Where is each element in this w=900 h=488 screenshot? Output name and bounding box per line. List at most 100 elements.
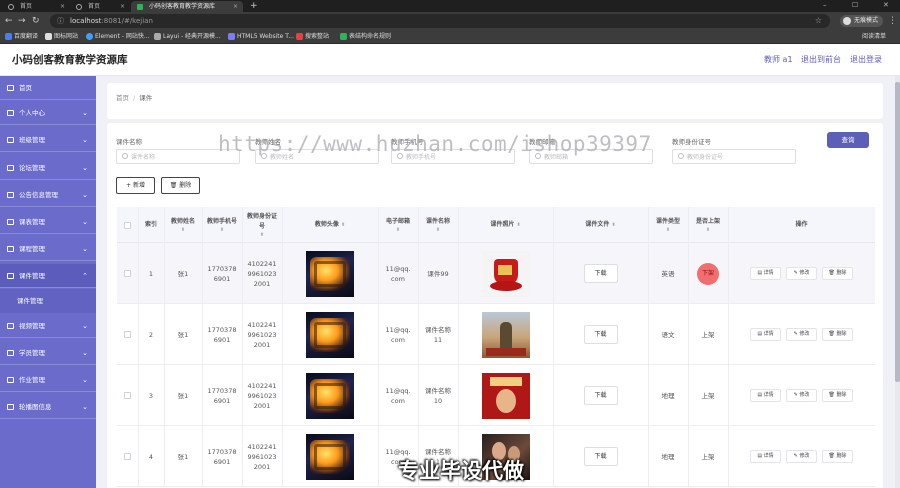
edit-button[interactable]: ✎ 修改 bbox=[786, 450, 817, 463]
course-photo-image[interactable] bbox=[481, 311, 530, 358]
back-to-front-link[interactable]: 退出到前台 bbox=[801, 44, 841, 76]
column-header[interactable]: 教师头像 ⬍ bbox=[282, 207, 378, 243]
bookmark-item[interactable]: HTML5 Website T... bbox=[228, 30, 294, 43]
logout-link[interactable]: 退出登录 bbox=[850, 44, 882, 76]
sort-icon[interactable]: ⬍ bbox=[341, 222, 345, 228]
guest-mode-badge[interactable]: 无痕模式 bbox=[840, 15, 884, 27]
teacher-idcard-field[interactable] bbox=[687, 152, 787, 162]
submenu-courseware[interactable]: 课件管理 bbox=[0, 289, 96, 313]
course-photo-image[interactable] bbox=[481, 372, 530, 419]
bookmark-item[interactable]: 表结构命名规则 bbox=[340, 30, 391, 43]
row-delete-button[interactable]: 🗑 删除 bbox=[822, 267, 853, 280]
sidebar-item-forum[interactable]: 论坛管理 ⌄ bbox=[0, 156, 96, 180]
column-header[interactable]: 课件类型 ⬍ bbox=[648, 207, 688, 243]
column-header[interactable]: 教师姓名 ⬍ bbox=[164, 207, 202, 243]
bookmark-item[interactable]: 百度翻译 bbox=[5, 30, 38, 43]
sort-icon[interactable]: ⬍ bbox=[436, 227, 440, 233]
more-menu-icon[interactable]: ⋮ bbox=[888, 14, 897, 28]
column-header[interactable]: 课件照片 ⬍ bbox=[458, 207, 553, 243]
sort-icon[interactable]: ⬍ bbox=[260, 232, 264, 238]
close-window-icon[interactable]: ✕ bbox=[883, 0, 889, 10]
row-delete-button[interactable]: 🗑 删除 bbox=[822, 450, 853, 463]
edit-button[interactable]: ✎ 修改 bbox=[786, 267, 817, 280]
download-button[interactable]: 下载 bbox=[583, 447, 618, 466]
scrollbar-thumb[interactable] bbox=[895, 82, 900, 382]
sort-icon[interactable]: ⬍ bbox=[516, 222, 520, 228]
download-button[interactable]: 下载 bbox=[583, 264, 618, 283]
sort-icon[interactable]: ⬍ bbox=[611, 222, 615, 228]
column-header[interactable]: 教师身份证号 ⬍ bbox=[242, 207, 282, 243]
column-header[interactable]: 索引 bbox=[138, 207, 164, 243]
back-icon[interactable]: ← bbox=[5, 14, 13, 28]
course-name-field[interactable] bbox=[131, 152, 231, 162]
bookmark-item[interactable]: 图标网站 bbox=[45, 30, 78, 43]
download-button[interactable]: 下载 bbox=[583, 325, 618, 344]
download-button[interactable]: 下载 bbox=[583, 386, 618, 405]
teacher-avatar-image[interactable] bbox=[306, 372, 354, 419]
sidebar-item-schedule[interactable]: 课表管理 ⌄ bbox=[0, 210, 96, 234]
column-header[interactable]: 课件名称 ⬍ bbox=[418, 207, 458, 243]
teacher-avatar-image[interactable] bbox=[306, 311, 354, 358]
page-scrollbar[interactable] bbox=[895, 76, 900, 488]
column-header[interactable]: 教师手机号 ⬍ bbox=[202, 207, 242, 243]
sidebar-item-homework[interactable]: 作业管理 ⌄ bbox=[0, 368, 96, 392]
bookmark-item[interactable]: Layui - 经典开源模... bbox=[154, 30, 221, 43]
browser-tab[interactable]: 首页 × bbox=[70, 1, 130, 12]
teacher-avatar-image[interactable] bbox=[306, 250, 354, 297]
add-button[interactable]: + 新增 bbox=[116, 177, 155, 194]
minimize-icon[interactable]: – bbox=[823, 0, 827, 10]
detail-button[interactable]: ▤ 详情 bbox=[750, 389, 781, 402]
bookmark-item[interactable]: 搜索整站 bbox=[296, 30, 329, 43]
table-row[interactable]: 1 张1 17703786901 410224199610232001 11@q… bbox=[117, 243, 875, 304]
detail-button[interactable]: ▤ 详情 bbox=[750, 267, 781, 280]
browser-tab-active[interactable]: 小码创客教育教学资源库 × bbox=[131, 1, 243, 12]
user-name[interactable]: 教师 a1 bbox=[764, 44, 793, 76]
edit-button[interactable]: ✎ 修改 bbox=[786, 389, 817, 402]
sidebar-item-courseware[interactable]: 课件管理 ⌃ bbox=[0, 264, 96, 288]
row-checkbox[interactable] bbox=[124, 331, 131, 338]
close-tab-icon[interactable]: × bbox=[120, 1, 125, 12]
info-icon[interactable]: ⓘ bbox=[57, 17, 64, 25]
sort-icon[interactable]: ⬍ bbox=[706, 227, 710, 233]
sidebar-item-notice[interactable]: 公告信息管理 ⌄ bbox=[0, 183, 96, 207]
sidebar-item-profile[interactable]: 个人中心 ⌄ bbox=[0, 101, 96, 125]
table-row[interactable]: 3 张1 17703786901 410224199610232001 11@q… bbox=[117, 365, 875, 426]
row-checkbox[interactable] bbox=[124, 392, 131, 399]
maximize-icon[interactable]: ☐ bbox=[852, 0, 858, 10]
sidebar-item-carousel[interactable]: 轮播图信息 ⌄ bbox=[0, 395, 96, 419]
query-button[interactable]: 查询 bbox=[827, 132, 869, 148]
bookmark-item[interactable]: Element - 网站快... bbox=[86, 30, 150, 43]
delete-button[interactable]: 🗑 删除 bbox=[161, 177, 200, 194]
teacher-idcard-input[interactable] bbox=[672, 149, 796, 164]
teacher-avatar-image[interactable] bbox=[306, 433, 354, 480]
column-header[interactable]: 课件文件 ⬍ bbox=[553, 207, 648, 243]
edit-button[interactable]: ✎ 修改 bbox=[786, 328, 817, 341]
detail-button[interactable]: ▤ 详情 bbox=[750, 328, 781, 341]
new-tab-button[interactable]: + bbox=[250, 0, 258, 12]
sidebar-item-class[interactable]: 班级管理 ⌄ bbox=[0, 128, 96, 152]
sidebar-item-student[interactable]: 学员管理 ⌄ bbox=[0, 341, 96, 365]
row-delete-button[interactable]: 🗑 删除 bbox=[822, 389, 853, 402]
close-tab-icon[interactable]: × bbox=[60, 1, 65, 12]
detail-button[interactable]: ▤ 详情 bbox=[750, 450, 781, 463]
sidebar-item-video[interactable]: 视频管理 ⌄ bbox=[0, 314, 96, 338]
table-row[interactable]: 2 张1 17703786901 410224199610232001 11@q… bbox=[117, 304, 875, 365]
sort-icon[interactable]: ⬍ bbox=[666, 227, 670, 233]
course-photo-image[interactable] bbox=[481, 250, 530, 297]
select-all-checkbox[interactable] bbox=[124, 221, 131, 229]
reload-icon[interactable]: ↻ bbox=[32, 14, 40, 28]
row-delete-button[interactable]: 🗑 删除 bbox=[822, 328, 853, 341]
sidebar-item-course[interactable]: 课程管理 ⌄ bbox=[0, 237, 96, 261]
row-checkbox[interactable] bbox=[124, 453, 131, 460]
row-checkbox[interactable] bbox=[124, 270, 131, 277]
url-field[interactable]: ⓘ localhost:8081/#/kejian ☆ bbox=[50, 14, 830, 28]
close-tab-icon[interactable]: × bbox=[233, 1, 238, 12]
reading-list[interactable]: 阅读清单 bbox=[862, 30, 886, 43]
breadcrumb-home[interactable]: 首页 bbox=[116, 94, 129, 102]
sort-icon[interactable]: ⬍ bbox=[220, 227, 224, 233]
browser-tab[interactable]: 首页 × bbox=[2, 1, 70, 12]
bookmark-star-icon[interactable]: ☆ bbox=[815, 14, 822, 28]
column-header[interactable]: 电子邮箱 ⬍ bbox=[378, 207, 418, 243]
sort-icon[interactable]: ⬍ bbox=[181, 227, 185, 233]
shelf-status-badge[interactable]: 下架 bbox=[697, 262, 719, 285]
